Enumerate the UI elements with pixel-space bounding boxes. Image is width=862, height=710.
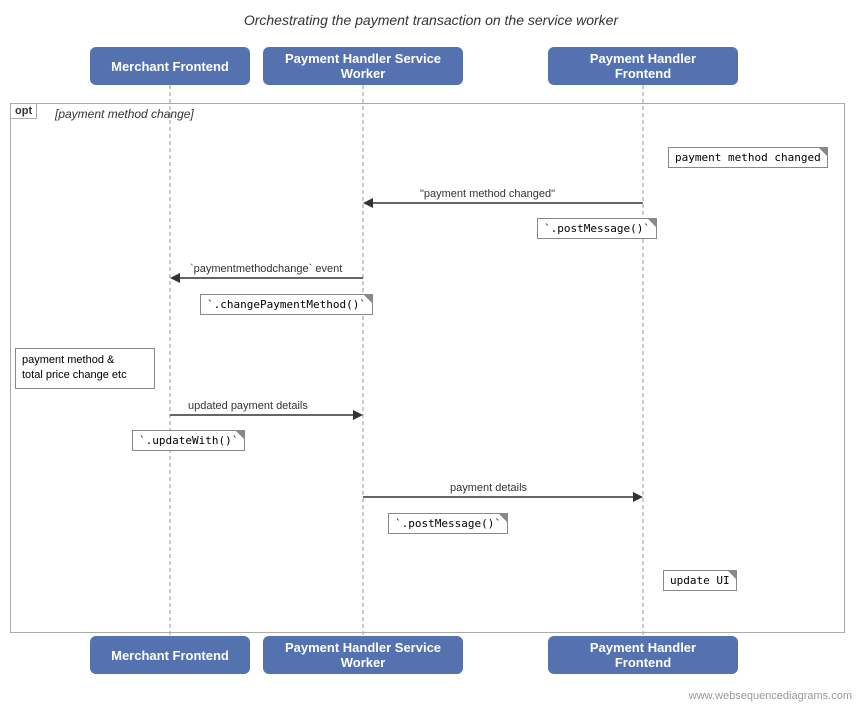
method-box-postmessage-2: `.postMessage()`	[388, 513, 508, 534]
actor-merchant-top: Merchant Frontend	[90, 47, 250, 85]
note-update-ui: update UI	[663, 570, 737, 591]
side-note-payment-method: payment method & total price change etc	[15, 348, 155, 389]
arrow-label-4: payment details	[450, 482, 527, 494]
actor-service-worker-top: Payment Handler Service Worker	[263, 47, 463, 85]
actor-payment-frontend-bottom: Payment Handler Frontend	[548, 636, 738, 674]
method-box-postmessage-1: `.postMessage()`	[537, 218, 657, 239]
actor-payment-frontend-top: Payment Handler Frontend	[548, 47, 738, 85]
method-box-updatewith: `.updateWith()`	[132, 430, 245, 451]
actor-service-worker-bottom: Payment Handler Service Worker	[263, 636, 463, 674]
diagram: Orchestrating the payment transaction on…	[0, 0, 862, 710]
method-box-changepaymentmethod: `.changePaymentMethod()`	[200, 294, 373, 315]
arrow-label-3: updated payment details	[188, 400, 308, 412]
watermark: www.websequencediagrams.com	[689, 690, 852, 702]
opt-label: opt	[10, 103, 37, 119]
note-payment-method-changed: payment method changed	[668, 147, 828, 168]
actor-merchant-bottom: Merchant Frontend	[90, 636, 250, 674]
page-title: Orchestrating the payment transaction on…	[0, 0, 862, 28]
opt-condition: [payment method change]	[55, 107, 194, 121]
arrow-label-2: `paymentmethodchange` event	[190, 263, 342, 275]
arrow-label-1: "payment method changed"	[420, 188, 555, 200]
